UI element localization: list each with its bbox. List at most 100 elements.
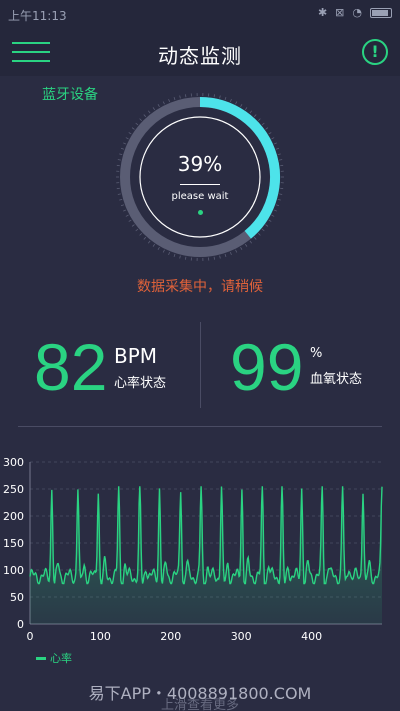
- gauge-tick: [240, 104, 243, 108]
- gauge-tick: [271, 137, 275, 140]
- gauge-tick: [261, 228, 265, 232]
- alarm-icon: ⊠: [335, 6, 345, 19]
- gauge-tick: [219, 255, 221, 259]
- gauge-tick: [271, 214, 275, 217]
- gauge-tick: [253, 236, 257, 240]
- gauge-tick: [179, 255, 181, 259]
- section-divider: [18, 426, 382, 427]
- gauge-tick: [123, 142, 127, 145]
- legend-label: 心率: [50, 652, 72, 665]
- spo2-label: 血氧状态: [310, 372, 363, 387]
- y-tick-label: 300: [3, 456, 24, 469]
- battery-icon: [370, 7, 392, 18]
- gauge-tick: [265, 127, 269, 130]
- gauge-percent: 39%: [177, 152, 223, 176]
- y-tick-label: 150: [3, 537, 24, 550]
- gauge-tick: [257, 232, 261, 236]
- gauge-tick: [128, 219, 132, 222]
- gauge-tick: [147, 110, 151, 114]
- gauge-tick: [249, 240, 253, 244]
- gauge-tick: [185, 256, 187, 260]
- gauge-tick: [131, 224, 135, 227]
- heart-rate-chart: 0 50 100 150 200 250 300 0 100 200 300 400: [3, 456, 383, 643]
- gauge-tick: [244, 107, 248, 111]
- gauge-tick: [162, 249, 165, 253]
- gauge-tick: [125, 214, 129, 217]
- metric-divider: [200, 322, 201, 408]
- gauge-tick: [152, 243, 156, 247]
- heart-rate-value: 82: [34, 330, 108, 404]
- gauge-tick: [224, 96, 227, 101]
- status-time: 上午11:13: [8, 9, 67, 23]
- alert-icon[interactable]: !: [362, 39, 388, 65]
- heart-rate-label: 心率状态: [114, 376, 167, 391]
- gauge-tick: [244, 243, 248, 247]
- heart-rate-unit: BPM: [114, 344, 158, 368]
- y-tick-label: 50: [10, 591, 24, 604]
- gauge-tick: [135, 228, 139, 232]
- gauge-tick: [173, 96, 176, 101]
- gauge-tick: [139, 232, 143, 236]
- spo2-value: 99: [230, 330, 304, 404]
- gauge-tick: [240, 246, 243, 250]
- y-tick-label: 200: [3, 510, 24, 523]
- app-header: 动态监测 !: [0, 28, 400, 76]
- heart-rate-line: [29, 486, 383, 585]
- gauge-center: 39% please wait: [115, 150, 285, 215]
- gauge-tick: [128, 132, 132, 135]
- y-tick-label: 100: [3, 564, 24, 577]
- gauge-tick: [143, 114, 147, 118]
- gauge-tick: [229, 98, 232, 103]
- gauge-tick: [249, 110, 253, 114]
- chart-y-ticks: 0 50 100 150 200 250 300: [3, 456, 24, 631]
- heart-rate-area: [30, 486, 382, 624]
- gauge-tick: [265, 224, 269, 227]
- bluetooth-icon: ✱: [317, 6, 328, 19]
- gauge-tick: [173, 253, 176, 258]
- legend-swatch: [36, 656, 46, 660]
- gauge-tick: [213, 256, 215, 260]
- gauge-tick: [261, 122, 265, 126]
- wifi-icon: ◔: [352, 6, 362, 19]
- gauge-tick: [157, 246, 160, 250]
- gauge-tick: [235, 101, 238, 105]
- gauge-tick: [131, 127, 135, 130]
- y-tick-label: 250: [3, 483, 24, 496]
- x-tick-label: 100: [90, 630, 111, 643]
- spo2-unit: %: [310, 346, 323, 361]
- gauge-tick: [213, 94, 215, 98]
- gauge-tick: [147, 240, 151, 244]
- status-icons: ✱ ⊠ ◔: [318, 6, 392, 19]
- status-bar: 上午11:13 ✱ ⊠ ◔: [0, 0, 400, 28]
- gauge-tick: [143, 236, 147, 240]
- chart-x-ticks: 0 100 200 300 400: [27, 630, 323, 643]
- gauge-tick: [185, 94, 187, 98]
- gauge-tick: [139, 118, 143, 122]
- gauge-tick: [253, 114, 257, 118]
- gauge-tick: [125, 137, 129, 140]
- gauge-tick: [135, 122, 139, 126]
- x-tick-label: 0: [27, 630, 34, 643]
- gauge-status-dot: [197, 210, 203, 215]
- gauge-tick: [235, 249, 238, 253]
- gauge-tick: [152, 107, 156, 111]
- gauge-tick: [219, 95, 221, 99]
- x-tick-label: 400: [301, 630, 322, 643]
- gauge-tick: [179, 95, 181, 99]
- bluetooth-device-link[interactable]: 蓝牙设备: [42, 84, 98, 104]
- x-tick-label: 200: [160, 630, 181, 643]
- gauge-tick: [268, 219, 272, 222]
- gauge-wait-text: please wait: [171, 191, 229, 202]
- x-tick-label: 300: [231, 630, 252, 643]
- gauge-tick: [168, 98, 171, 103]
- gauge-tick: [168, 251, 171, 256]
- gauge-tick: [224, 253, 227, 258]
- collecting-status: 数据采集中，请稍候: [137, 279, 263, 295]
- gauge-tick: [229, 251, 232, 256]
- y-tick-label: 0: [17, 618, 24, 631]
- gauge-tick: [157, 104, 160, 108]
- gauge-tick: [273, 142, 277, 145]
- page-title: 动态监测: [158, 44, 242, 68]
- gauge-tick: [268, 132, 272, 135]
- swipe-hint: 上滑查看更多: [160, 698, 239, 711]
